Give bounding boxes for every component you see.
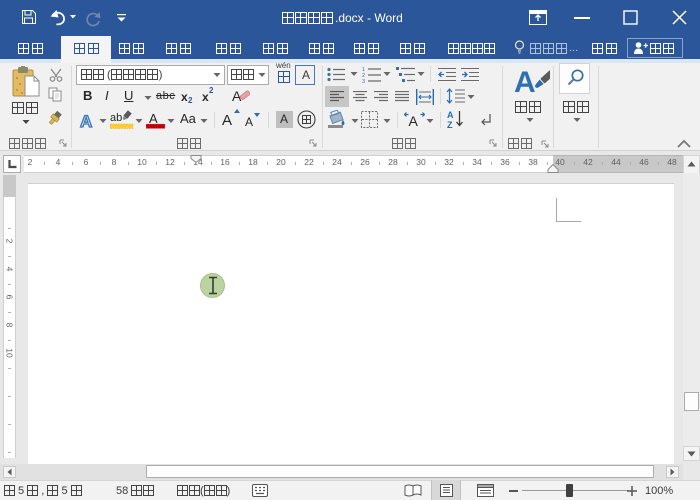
svg-text:A: A: [514, 66, 536, 99]
svg-text:A: A: [149, 111, 158, 126]
svg-text:A: A: [447, 110, 454, 120]
svg-text:A: A: [409, 113, 419, 128]
svg-text:ab: ab: [110, 112, 122, 124]
svg-text:A: A: [80, 112, 92, 129]
svg-text:3: 3: [362, 79, 365, 83]
svg-text:A: A: [245, 115, 253, 128]
svg-text:Z: Z: [447, 120, 453, 129]
svg-text:A: A: [222, 112, 232, 128]
